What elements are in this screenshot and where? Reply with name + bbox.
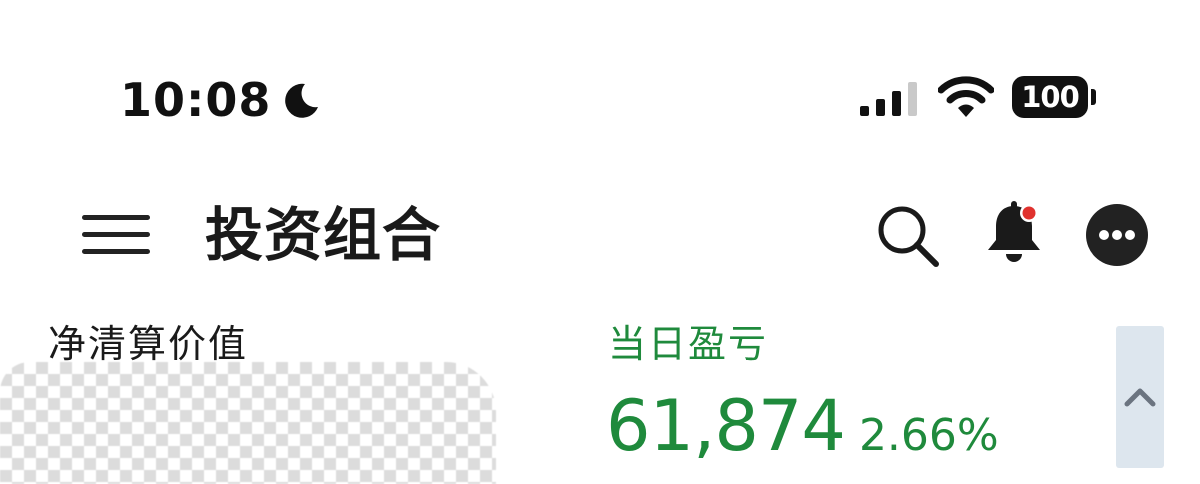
daily-pnl: 61,874 2.66% <box>606 384 999 468</box>
battery-tip <box>1091 89 1096 105</box>
net-liquidation-value-masked <box>0 362 496 484</box>
status-time: 10:08 <box>120 73 272 127</box>
clock: 10:08 <box>120 72 321 128</box>
cellular-signal-icon <box>860 82 917 116</box>
status-bar: 10:08 100 <box>0 0 1200 150</box>
moon-icon <box>285 83 319 118</box>
chevron-up-icon <box>1124 388 1156 407</box>
hamburger-menu-icon[interactable] <box>82 212 150 258</box>
daily-pnl-label: 当日盈亏 <box>608 322 769 366</box>
bell-icon[interactable] <box>982 200 1046 266</box>
collapse-summary-button[interactable] <box>1116 326 1164 468</box>
notification-dot <box>1022 206 1036 220</box>
battery-icon: 100 <box>1012 76 1088 118</box>
daily-pnl-value: 61,874 <box>606 385 846 467</box>
search-icon[interactable] <box>876 204 940 268</box>
battery-indicator: 100 <box>1012 76 1096 118</box>
app-header: 投资组合 <box>0 190 1200 280</box>
wifi-icon <box>938 76 994 117</box>
more-icon <box>1099 230 1135 240</box>
more-options-button[interactable] <box>1086 204 1148 266</box>
page-title: 投资组合 <box>205 201 442 269</box>
daily-pnl-percent: 2.66% <box>858 410 999 461</box>
battery-level: 100 <box>1021 79 1080 114</box>
